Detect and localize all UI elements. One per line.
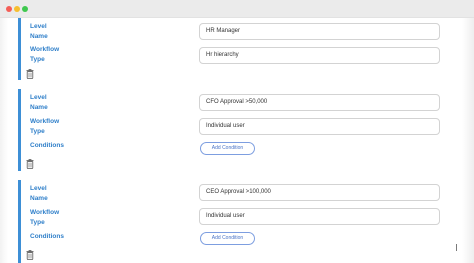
browser-titlebar <box>0 0 474 18</box>
level-name-label: Level Name <box>30 23 48 40</box>
conditions-label: Conditions <box>30 233 64 240</box>
workflow-type-select[interactable]: Individual user <box>199 118 440 135</box>
trash-icon[interactable] <box>26 250 34 260</box>
workflow-type-select[interactable]: Hr hierarchy <box>199 47 440 64</box>
left-panel-edge <box>0 18 8 263</box>
add-condition-button[interactable]: Add Condition <box>200 142 255 155</box>
maximize-window-button[interactable] <box>22 6 28 12</box>
level-name-input[interactable]: HR Manager <box>199 23 440 40</box>
level-name-label: Level Name <box>30 185 48 202</box>
level-name-input[interactable]: CEO Approval >100,000 <box>199 184 440 201</box>
workflow-type-select[interactable]: Individual user <box>199 208 440 225</box>
scrollbar-thumb[interactable] <box>456 244 457 251</box>
workflow-level-card: Level Name HR Manager Workflow Type Hr h… <box>18 18 446 80</box>
level-name-input[interactable]: CFO Approval >50,000 <box>199 94 440 111</box>
close-window-button[interactable] <box>6 6 12 12</box>
level-name-label: Level Name <box>30 94 48 111</box>
workflow-type-label: Workflow Type <box>30 46 60 63</box>
workflow-level-card: Level Name CFO Approval >50,000 Workflow… <box>18 89 446 171</box>
workflow-type-label: Workflow Type <box>30 118 60 135</box>
minimize-window-button[interactable] <box>14 6 20 12</box>
trash-icon[interactable] <box>26 69 34 79</box>
add-condition-button[interactable]: Add Condition <box>200 232 255 245</box>
workflow-level-card: Level Name CEO Approval >100,000 Workflo… <box>18 180 446 263</box>
workflow-type-label: Workflow Type <box>30 209 60 226</box>
trash-icon[interactable] <box>26 159 34 169</box>
conditions-label: Conditions <box>30 142 64 149</box>
right-panel-edge <box>462 18 474 263</box>
